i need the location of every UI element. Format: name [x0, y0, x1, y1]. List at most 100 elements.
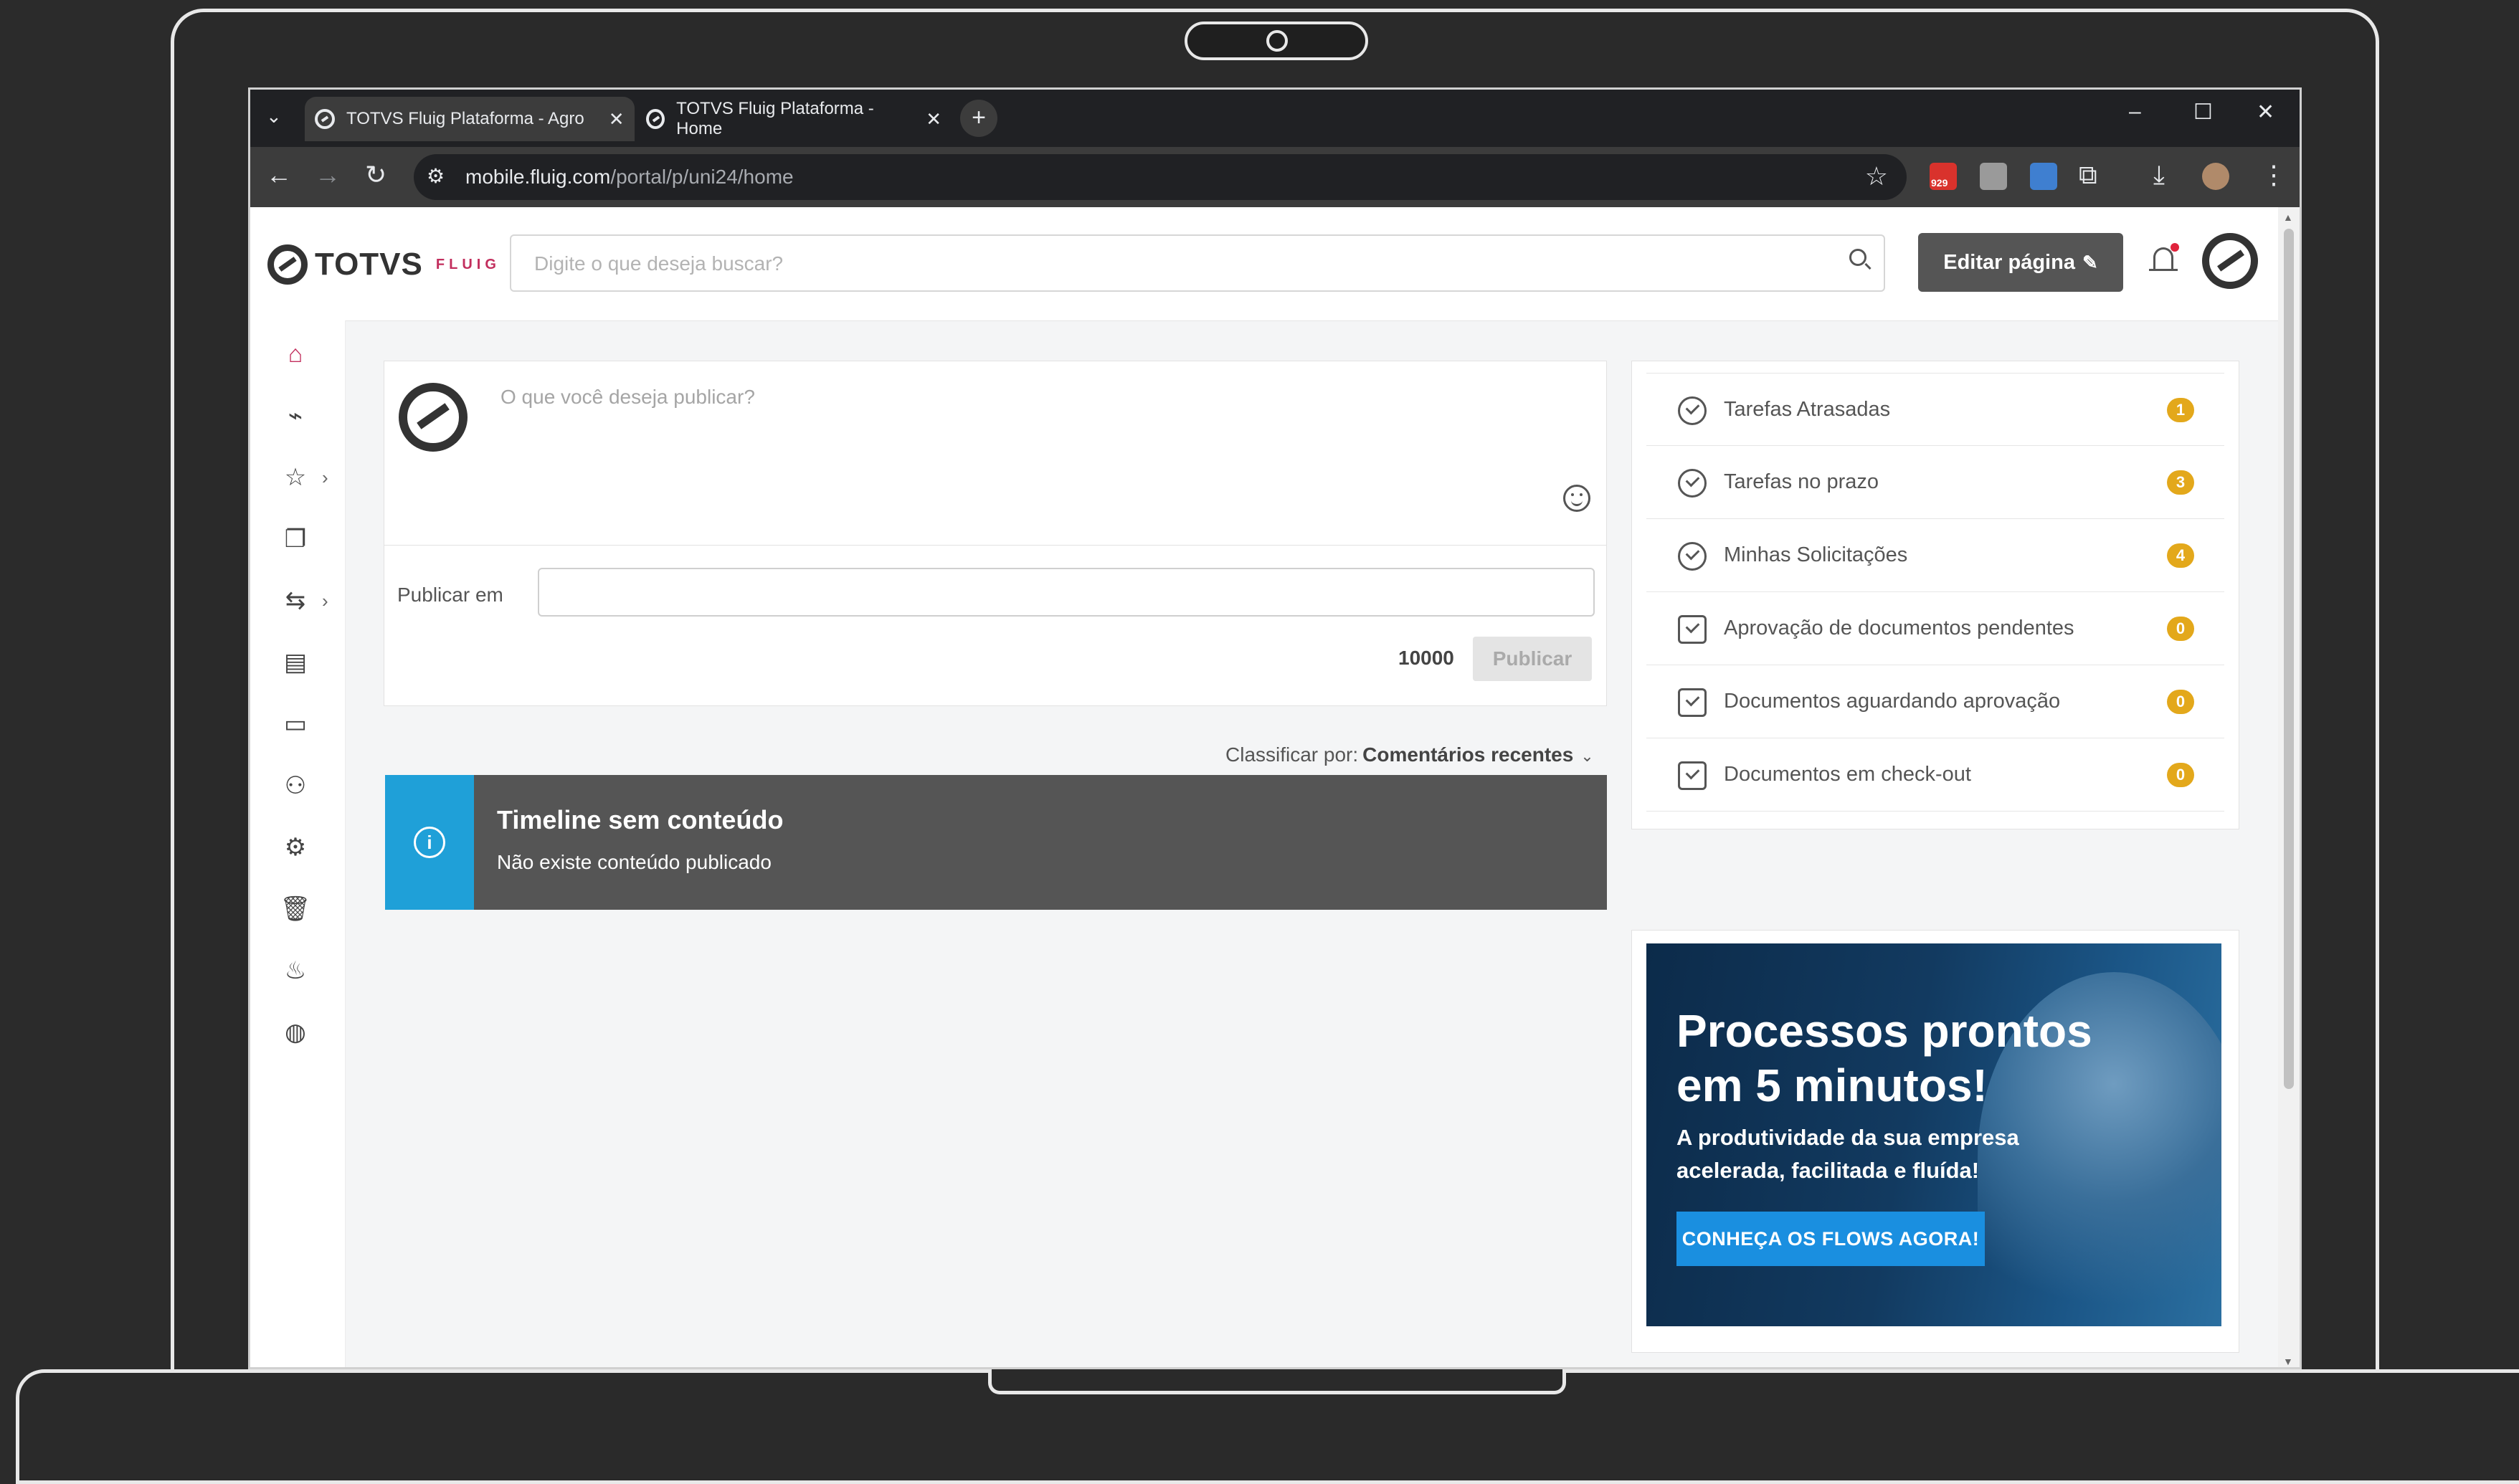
extension-m-icon[interactable] — [1980, 163, 2007, 190]
banner-headline: Processos prontos em 5 minutos! — [1676, 1005, 2092, 1111]
clock-check-icon — [1678, 396, 1707, 425]
tasks-widget: Tarefas Atrasadas 1 Tarefas no prazo 3 M… — [1631, 361, 2239, 829]
publish-in-field[interactable] — [538, 568, 1595, 617]
tab-bar: ⌄ TOTVS Fluig Plataforma - Agro ✕ TOTVS … — [250, 90, 2300, 147]
publish-textarea[interactable]: O que você deseja publicar? — [501, 386, 755, 409]
fluig-page: TOTVS FLUIG Editar página ✎ ⌂ ⌁ ☆ › ❐ ⇆ — [250, 207, 2282, 1367]
task-label: Tarefas Atrasadas — [1724, 398, 1891, 421]
fluig-favicon-icon — [646, 109, 665, 129]
close-window-icon[interactable]: ✕ — [2257, 100, 2274, 125]
pulse-icon[interactable]: ⌁ — [277, 398, 313, 434]
sort-selector[interactable]: Classificar por: Comentários recentes ⌄ — [1225, 743, 1594, 766]
documents-icon[interactable]: ❐ — [277, 521, 313, 557]
emoji-icon[interactable] — [1563, 485, 1590, 512]
task-row-on-time[interactable]: Tarefas no prazo 3 — [1646, 446, 2224, 519]
banner-subtext: A produtividade da sua empresa acelerada… — [1676, 1125, 2019, 1183]
task-count-badge: 0 — [2167, 617, 2194, 641]
maximize-icon[interactable]: ☐ — [2193, 100, 2213, 125]
task-row-late[interactable]: Tarefas Atrasadas 1 — [1646, 373, 2224, 446]
task-count-badge: 3 — [2167, 470, 2194, 495]
edit-page-label: Editar página — [1943, 250, 2075, 274]
task-row-pending-approval[interactable]: Aprovação de documentos pendentes 0 — [1646, 592, 2224, 665]
task-count-badge: 0 — [2167, 763, 2194, 787]
search-input[interactable] — [533, 249, 1812, 279]
tab-title: TOTVS Fluig Plataforma - Agro — [346, 109, 584, 128]
task-count-badge: 4 — [2167, 543, 2194, 568]
back-icon[interactable]: ← — [266, 160, 292, 190]
chevron-right-icon[interactable]: › — [322, 590, 328, 612]
browser-tab-home[interactable]: TOTVS Fluig Plataforma - Home ✕ — [636, 97, 952, 141]
home-icon[interactable]: ⌂ — [277, 336, 313, 372]
reload-icon[interactable]: ↻ — [365, 160, 386, 190]
info-icon: i — [414, 827, 445, 858]
task-label: Minhas Solicitações — [1724, 543, 1908, 566]
scrollbar-thumb[interactable] — [2284, 229, 2294, 1089]
clock-check-icon — [1678, 469, 1707, 498]
extensions-puzzle-icon[interactable]: ⧉ — [2079, 160, 2097, 191]
scroll-down-icon[interactable]: ▼ — [2283, 1356, 2293, 1367]
page-scrollbar[interactable]: ▲ ▼ — [2278, 207, 2300, 1367]
settings-icon[interactable]: ⚙ — [277, 829, 313, 865]
sort-label: Classificar por: — [1225, 743, 1359, 766]
task-row-checkout[interactable]: Documentos em check-out 0 — [1646, 738, 2224, 812]
minimize-icon[interactable]: – — [2129, 100, 2141, 124]
user-clock-icon — [1678, 542, 1707, 571]
document-checkout-icon — [1678, 761, 1707, 790]
bookmark-star-icon[interactable]: ☆ — [1865, 161, 1888, 191]
flows-cta-button[interactable]: CONHEÇA OS FLOWS AGORA! — [1676, 1212, 1985, 1266]
scroll-up-icon[interactable]: ▲ — [2283, 211, 2293, 223]
notifications-bell-icon[interactable] — [2149, 243, 2179, 279]
address-bar: ← → ↻ ⚙ mobile.fluig.com/portal/p/uni24/… — [250, 147, 2300, 207]
totvs-fluig-logo[interactable]: TOTVS FLUIG — [267, 244, 501, 285]
close-tab-icon[interactable]: ✕ — [609, 108, 625, 130]
fluig-favicon-icon — [315, 109, 335, 129]
chevron-down-icon: ⌄ — [1580, 747, 1594, 765]
flows-banner[interactable]: Processos prontos em 5 minutos! A produt… — [1646, 943, 2221, 1326]
task-row-my-requests[interactable]: Minhas Solicitações 4 — [1646, 519, 2224, 592]
edit-page-button[interactable]: Editar página ✎ — [1918, 233, 2123, 292]
new-tab-button[interactable]: + — [960, 100, 997, 137]
task-count-badge: 0 — [2167, 690, 2194, 714]
users-icon[interactable]: ⚇ — [277, 768, 313, 804]
divider — [384, 545, 1606, 546]
workflow-icon[interactable]: ⇆ — [277, 583, 313, 619]
browser-tab-agro[interactable]: TOTVS Fluig Plataforma - Agro ✕ — [305, 97, 635, 141]
logo-subtitle: FLUIG — [435, 256, 501, 272]
edit-pencil-icon: ✎ — [2082, 251, 2098, 273]
publish-button[interactable]: Publicar — [1473, 637, 1592, 681]
url-text: mobile.fluig.com/portal/p/uni24/home — [465, 166, 794, 188]
post-author-avatar — [399, 383, 468, 452]
forward-icon[interactable]: → — [315, 160, 341, 190]
char-counter: 10000 — [1398, 647, 1454, 669]
sort-value: Comentários recentes — [1362, 743, 1574, 766]
banner-card: Processos prontos em 5 minutos! A produt… — [1631, 930, 2239, 1353]
chevron-right-icon[interactable]: › — [322, 467, 328, 489]
task-row-awaiting-approval[interactable]: Documentos aguardando aprovação 0 — [1646, 665, 2224, 738]
tab-search-dropdown-icon[interactable]: ⌄ — [266, 105, 282, 128]
profile-avatar[interactable] — [2202, 163, 2229, 190]
presentation-icon[interactable]: ▤ — [277, 645, 313, 680]
chat-icon[interactable]: ▭ — [277, 706, 313, 742]
search-icon[interactable] — [1849, 249, 1866, 266]
extension-blue-icon[interactable] — [2030, 163, 2057, 190]
star-icon[interactable]: ☆ — [277, 460, 313, 495]
globe-icon[interactable]: ◍ — [277, 1014, 313, 1050]
fire-icon[interactable]: ♨ — [277, 953, 313, 989]
laptop-hinge-notch — [988, 1366, 1566, 1394]
logo-text: TOTVS — [315, 247, 423, 282]
global-search — [510, 234, 1885, 292]
timeline-empty-alert: i Timeline sem conteúdo Não existe conte… — [385, 775, 1607, 910]
document-clock-icon — [1678, 615, 1707, 644]
url-field[interactable]: ⚙ mobile.fluig.com/portal/p/uni24/home ☆ — [414, 154, 1907, 200]
publish-card: O que você deseja publicar? Publicar em … — [384, 361, 1607, 706]
close-tab-icon[interactable]: ✕ — [926, 108, 941, 130]
site-settings-icon[interactable]: ⚙ — [427, 164, 445, 188]
task-label: Documentos em check-out — [1724, 763, 1971, 786]
alert-title: Timeline sem conteúdo — [497, 805, 784, 834]
download-icon[interactable]: ⤓ — [2153, 160, 2165, 191]
browser-menu-icon[interactable]: ⋮ — [2261, 160, 2287, 190]
task-label: Documentos aguardando aprovação — [1724, 690, 2061, 713]
extension-red-icon[interactable]: 929 — [1930, 163, 1957, 190]
trash-icon[interactable]: 🗑 — [277, 891, 313, 927]
user-avatar[interactable] — [2202, 233, 2258, 289]
